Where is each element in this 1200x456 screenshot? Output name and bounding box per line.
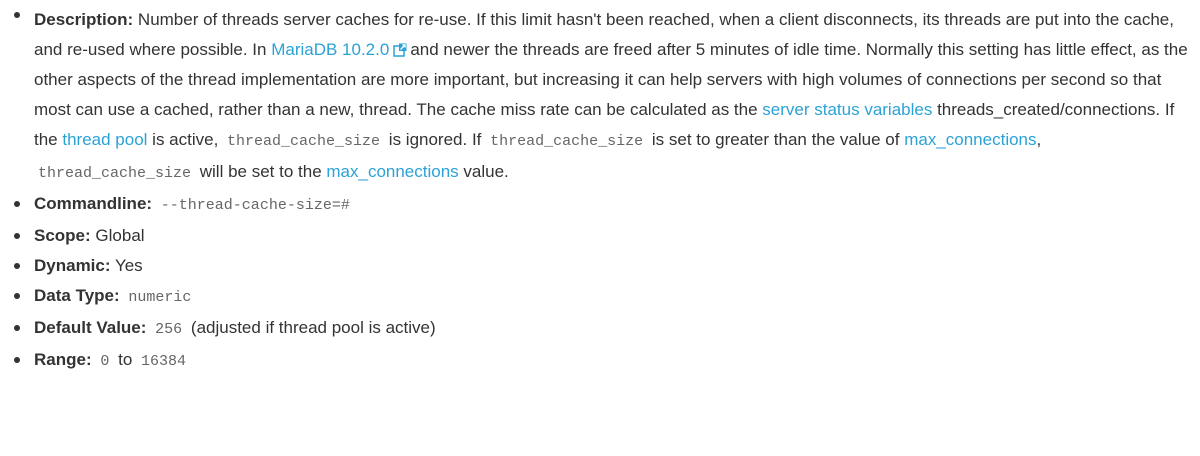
default-value-item: Default Value: 256 (adjusted if thread p… — [14, 313, 1200, 345]
range-max: 16384 — [141, 353, 187, 370]
scope-label: Scope: — [34, 226, 91, 245]
description-label: Description: — [34, 10, 134, 29]
description-text: is ignored. If — [384, 130, 487, 149]
thread-pool-link[interactable]: thread pool — [62, 130, 147, 149]
description-text: , — [1036, 130, 1042, 149]
data-type-item: Data Type: numeric — [14, 281, 1200, 313]
range-min: 0 — [100, 353, 110, 370]
range-to: to — [118, 350, 133, 369]
data-type-value: numeric — [128, 289, 192, 306]
dynamic-label: Dynamic: — [34, 256, 111, 275]
default-value-note: (adjusted if thread pool is active) — [190, 318, 436, 337]
thread-cache-size-code: thread_cache_size — [38, 165, 192, 182]
commandline-label: Commandline: — [34, 194, 153, 213]
scope-value: Global — [90, 226, 145, 245]
default-value-label: Default Value: — [34, 318, 147, 337]
thread-cache-size-code: thread_cache_size — [490, 133, 644, 150]
mariadb-version-link[interactable]: MariaDB 10.2.0 — [271, 40, 389, 59]
scope-item: Scope: Global — [14, 221, 1200, 251]
range-item: Range: 0 to 16384 — [14, 345, 1200, 377]
commandline-value: --thread-cache-size=# — [160, 197, 350, 214]
description-text: is set to greater than the value of — [647, 130, 905, 149]
commandline-item: Commandline: --thread-cache-size=# — [14, 189, 1200, 221]
external-link-icon[interactable] — [393, 43, 407, 57]
server-status-variables-link[interactable]: server status variables — [762, 100, 932, 119]
default-value-value: 256 — [155, 321, 183, 338]
data-type-label: Data Type: — [34, 286, 120, 305]
dynamic-value: Yes — [110, 256, 143, 275]
thread-cache-size-code: thread_cache_size — [227, 133, 381, 150]
description-text: is active, — [147, 130, 224, 149]
range-label: Range: — [34, 350, 92, 369]
dynamic-item: Dynamic: Yes — [14, 251, 1200, 281]
description-text: value. — [458, 162, 509, 181]
system-variable-properties: Description: Number of threads server ca… — [0, 0, 1200, 377]
description-text: will be set to the — [195, 162, 327, 181]
description-item: Description: Number of threads server ca… — [14, 0, 1200, 189]
max-connections-link[interactable]: max_connections — [326, 162, 458, 181]
max-connections-link[interactable]: max_connections — [904, 130, 1036, 149]
